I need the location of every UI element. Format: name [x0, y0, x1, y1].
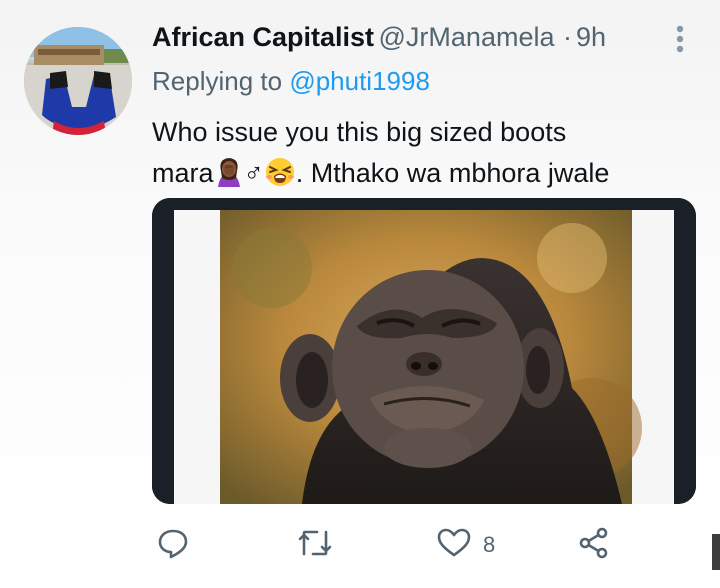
- tweet-text-rest: . Mthako wa mbhora jwale: [295, 158, 610, 188]
- facepalm-emoji: [214, 157, 244, 199]
- reply-button[interactable]: [157, 525, 189, 565]
- retweet-icon: [297, 527, 333, 564]
- author-name[interactable]: African Capitalist: [152, 22, 374, 52]
- author-avatar[interactable]: [24, 27, 132, 135]
- tweet-actions: 8: [0, 525, 720, 565]
- retweet-button[interactable]: [297, 525, 333, 565]
- like-count: 8: [483, 532, 496, 557]
- tweet-header: African Capitalist @JrManamela · 9h: [152, 22, 606, 58]
- tweet-text: Who issue you this big sized boots mara …: [152, 112, 692, 199]
- tweet-timestamp[interactable]: 9h: [576, 22, 606, 52]
- chimpanzee-photo: [152, 198, 696, 504]
- share-button[interactable]: [578, 525, 610, 565]
- share-icon: [578, 527, 610, 564]
- scrollbar-thumb[interactable]: [712, 534, 720, 570]
- tweet-text-mara: mara: [152, 158, 214, 188]
- header-separator: ·: [562, 22, 572, 52]
- replying-to-link[interactable]: @phuti1998: [289, 66, 430, 96]
- tired-face-emoji: [264, 157, 296, 199]
- male-sign: ♂: [243, 158, 264, 188]
- tweet-text-line-1: Who issue you this big sized boots: [152, 117, 567, 147]
- like-button[interactable]: 8: [437, 525, 495, 565]
- reply-icon: [157, 527, 189, 564]
- like-icon: [437, 527, 471, 564]
- replying-to: Replying to @phuti1998: [152, 66, 430, 97]
- replying-prefix: Replying to: [152, 66, 283, 96]
- tweet-text-line-2: mara ♂ . Mthako wa mbhora jwale: [152, 153, 692, 199]
- tweet-media[interactable]: [152, 198, 696, 504]
- more-icon[interactable]: [672, 22, 688, 56]
- author-handle[interactable]: @JrManamela: [379, 22, 555, 52]
